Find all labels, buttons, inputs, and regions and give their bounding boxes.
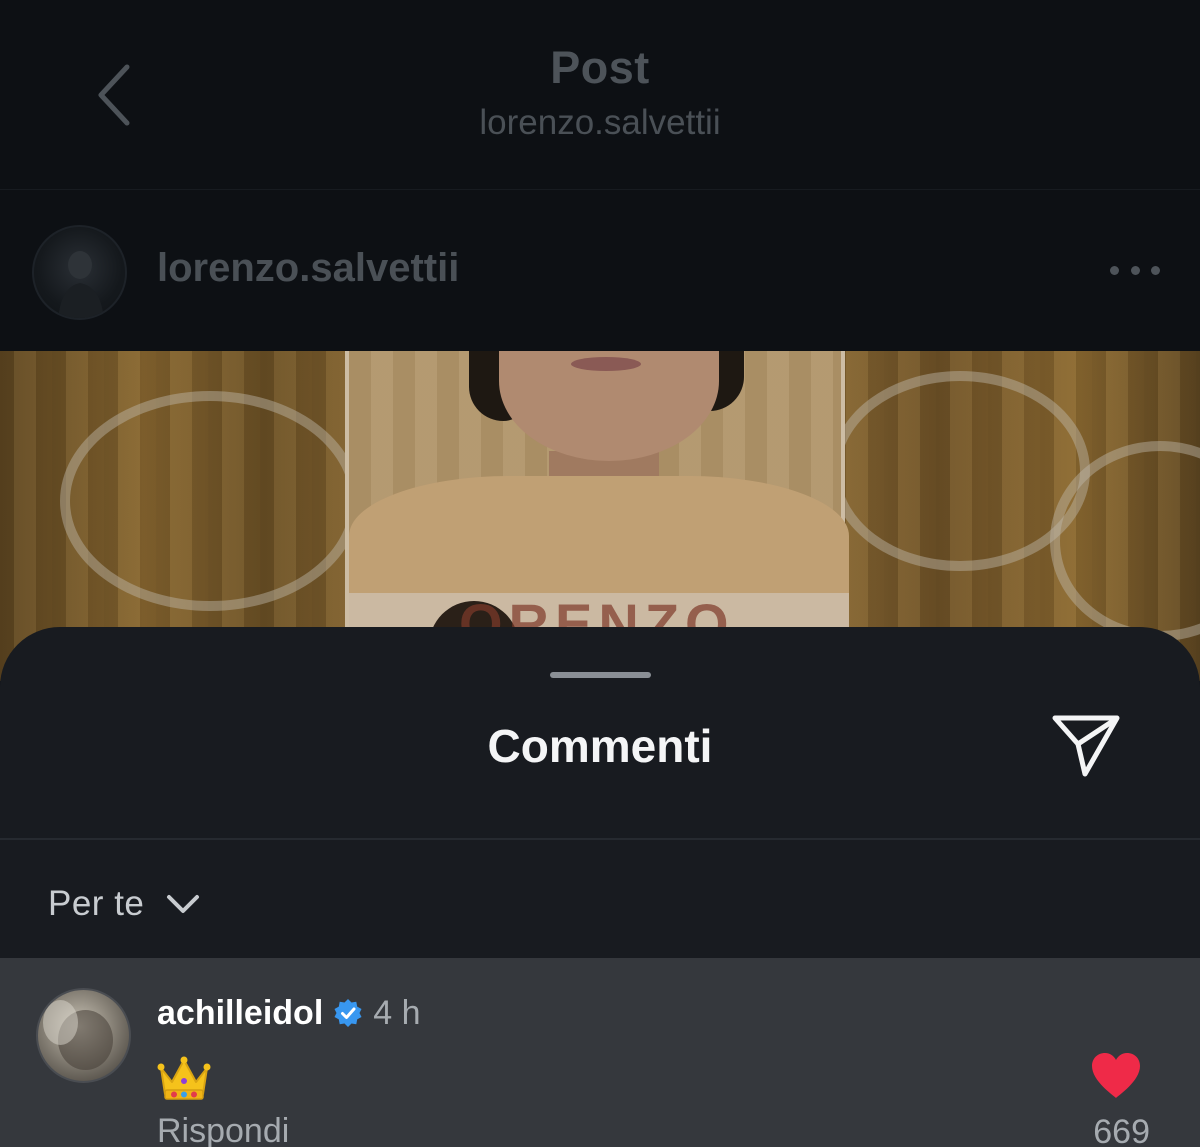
send-icon	[1052, 715, 1120, 777]
divider	[0, 838, 1200, 840]
comment-username[interactable]: achilleidol	[157, 994, 323, 1033]
comments-title: Commenti	[487, 720, 713, 772]
sheet-grabber[interactable]	[550, 672, 651, 678]
comment-item: achilleidol 4 h Rispondi 669	[0, 958, 1200, 1147]
author-username[interactable]: lorenzo.salvettii	[157, 246, 459, 291]
chevron-down-icon	[167, 895, 200, 913]
commenter-avatar[interactable]	[36, 988, 131, 1083]
screen: Post lorenzo.salvettii lorenzo.salvettii	[0, 0, 1200, 1147]
reply-button[interactable]: Rispondi	[157, 1112, 289, 1147]
like-count: 669	[1093, 1113, 1150, 1147]
more-dot	[1130, 265, 1140, 275]
more-dot	[1110, 265, 1119, 275]
comments-sheet: Commenti Per te achilleidol 4 h Rispondi…	[0, 627, 1200, 1147]
author-avatar[interactable]	[32, 225, 127, 320]
more-options-button[interactable]	[1100, 250, 1170, 290]
decor-swirl	[60, 391, 360, 611]
crown-emoji-icon	[157, 1056, 211, 1100]
comment-timestamp: 4 h	[373, 993, 421, 1032]
heart-icon[interactable]	[1089, 1051, 1143, 1101]
page-subtitle: lorenzo.salvettii	[479, 103, 721, 142]
author-photo	[58, 251, 104, 318]
top-bar: Post lorenzo.salvettii	[0, 0, 1200, 190]
sort-label: Per te	[48, 884, 145, 923]
post-header: lorenzo.salvettii	[0, 190, 1200, 351]
comment-header: achilleidol 4 h	[157, 990, 421, 1036]
verified-badge-icon	[334, 999, 362, 1027]
more-dot	[1151, 265, 1160, 275]
share-button[interactable]	[1048, 710, 1124, 780]
page-title: Post	[550, 42, 650, 93]
sort-dropdown[interactable]: Per te	[48, 879, 200, 929]
